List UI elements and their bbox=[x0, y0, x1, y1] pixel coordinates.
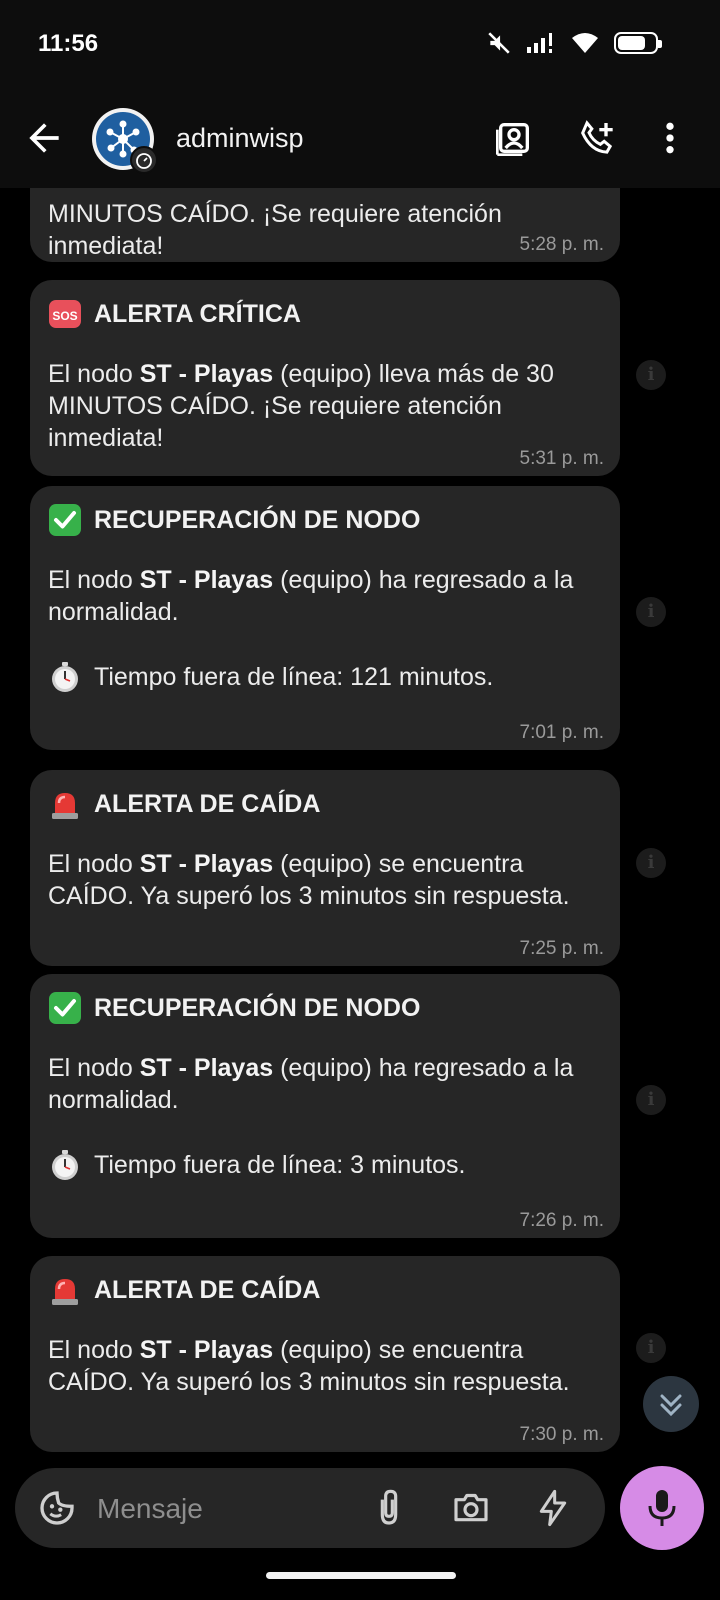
info-icon[interactable]: i bbox=[636, 1085, 666, 1115]
scroll-to-bottom-button[interactable] bbox=[643, 1376, 699, 1432]
add-call-icon[interactable] bbox=[576, 118, 616, 158]
lightning-icon[interactable] bbox=[533, 1488, 573, 1528]
message-extra: Tiempo fuera de línea: 3 minutos. bbox=[48, 1148, 602, 1182]
siren-icon bbox=[52, 793, 78, 819]
wifi-icon bbox=[572, 33, 598, 53]
message-title: RECUPERACIÓN DE NODO bbox=[48, 502, 602, 538]
check-icon bbox=[49, 992, 81, 1024]
arrow-left-icon[interactable] bbox=[22, 116, 66, 160]
check-icon bbox=[49, 504, 81, 536]
message-time: 7:01 p. m. bbox=[519, 722, 605, 743]
message-input[interactable]: Mensaje bbox=[97, 1493, 203, 1525]
stopwatch-icon bbox=[52, 1150, 78, 1180]
more-vert-icon[interactable] bbox=[650, 118, 690, 158]
message-body: El nodo ST - Playas (equipo) ha regresad… bbox=[48, 566, 574, 626]
message-bubble-partial[interactable]: MINUTOS CAÍDO. ¡Se requiere atención inm… bbox=[30, 188, 620, 262]
siren-icon bbox=[52, 1279, 78, 1305]
chat-title[interactable]: adminwisp bbox=[176, 123, 304, 154]
double-chevron-down-icon bbox=[660, 1394, 682, 1417]
paperclip-icon[interactable] bbox=[369, 1488, 409, 1528]
timer-badge-icon bbox=[130, 146, 158, 174]
message-bubble[interactable]: RECUPERACIÓN DE NODO El nodo ST - Playas… bbox=[30, 486, 620, 750]
message-time: 5:31 p. m. bbox=[519, 448, 605, 469]
microphone-icon bbox=[648, 1490, 676, 1526]
message-composer[interactable]: Mensaje bbox=[15, 1468, 605, 1548]
sos-icon: SOS bbox=[49, 300, 81, 328]
message-time: 7:30 p. m. bbox=[519, 1424, 605, 1445]
battery-icon bbox=[614, 32, 662, 54]
info-icon[interactable]: i bbox=[636, 848, 666, 878]
stopwatch-icon bbox=[52, 662, 78, 692]
message-title: ALERTA DE CAÍDA bbox=[48, 786, 602, 822]
message-extra: Tiempo fuera de línea: 121 minutos. bbox=[48, 660, 602, 694]
message-time: 7:26 p. m. bbox=[519, 1210, 605, 1231]
status-time: 11:56 bbox=[38, 30, 99, 57]
message-bubble[interactable]: ALERTA DE CAÍDA El nodo ST - Playas (equ… bbox=[30, 770, 620, 966]
voice-record-button[interactable] bbox=[620, 1466, 704, 1550]
system-nav-bar bbox=[0, 1556, 720, 1600]
message-title: RECUPERACIÓN DE NODO bbox=[48, 990, 602, 1026]
avatar[interactable] bbox=[92, 108, 158, 174]
chat-header: adminwisp bbox=[0, 90, 720, 188]
message-time: 5:28 p. m. bbox=[519, 234, 605, 255]
contact-card-icon[interactable] bbox=[494, 118, 534, 158]
mute-icon bbox=[488, 32, 510, 54]
message-bubble[interactable]: RECUPERACIÓN DE NODO El nodo ST - Playas… bbox=[30, 974, 620, 1238]
info-icon[interactable]: i bbox=[636, 1333, 666, 1363]
message-bubble[interactable]: ALERTA DE CAÍDA El nodo ST - Playas (equ… bbox=[30, 1256, 620, 1452]
message-list[interactable]: MINUTOS CAÍDO. ¡Se requiere atención inm… bbox=[0, 188, 720, 1466]
sticker-icon[interactable] bbox=[37, 1488, 77, 1528]
svg-text:SOS: SOS bbox=[52, 309, 77, 323]
home-gesture-handle[interactable] bbox=[266, 1572, 456, 1579]
status-icons bbox=[486, 30, 662, 56]
status-bar: 11:56 bbox=[0, 0, 720, 90]
message-body: El nodo ST - Playas (equipo) se encuentr… bbox=[48, 1336, 570, 1396]
message-body: El nodo ST - Playas (equipo) ha regresad… bbox=[48, 1054, 574, 1114]
camera-icon[interactable] bbox=[451, 1488, 491, 1528]
message-title: ALERTA DE CAÍDA bbox=[48, 1272, 602, 1308]
signal-icon bbox=[527, 33, 552, 53]
message-title: SOS ALERTA CRÍTICA bbox=[48, 296, 602, 332]
info-icon[interactable]: i bbox=[636, 597, 666, 627]
message-body: El nodo ST - Playas (equipo) se encuentr… bbox=[48, 850, 570, 910]
message-body: El nodo ST - Playas (equipo) lleva más d… bbox=[48, 360, 554, 452]
info-icon[interactable]: i bbox=[636, 360, 666, 390]
message-bubble[interactable]: SOS ALERTA CRÍTICA El nodo ST - Playas (… bbox=[30, 280, 620, 476]
message-time: 7:25 p. m. bbox=[519, 938, 605, 959]
